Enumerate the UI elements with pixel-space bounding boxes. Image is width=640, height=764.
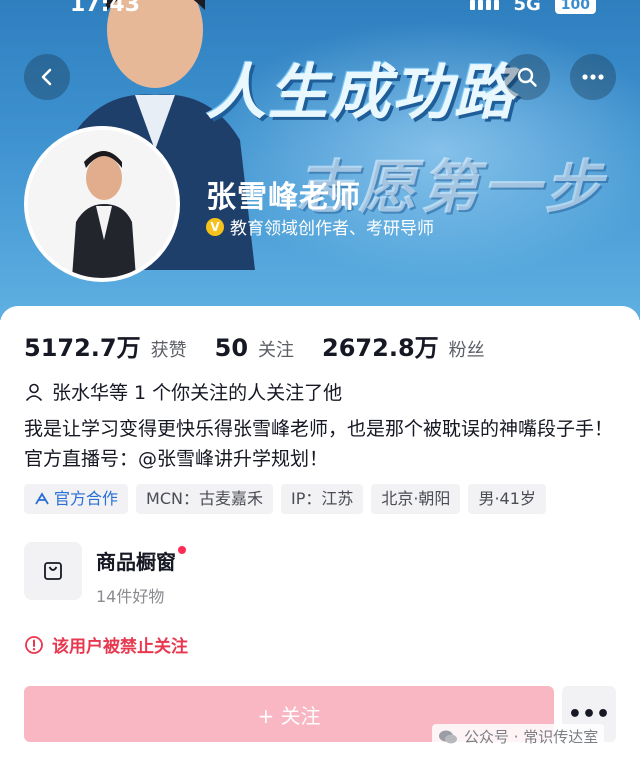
profile-name: 张雪峰老师 <box>206 180 361 215</box>
banned-notice-text: 该用户被禁止关注 <box>52 637 188 657</box>
watermark-text: 公众号 · 常识传达室 <box>464 728 599 746</box>
back-arrow-icon <box>41 68 52 86</box>
mutual-follow-row[interactable]: 张水华等 1 个你关注的人关注了他 <box>24 378 342 405</box>
shop-window-entry[interactable]: 商品橱窗 14件好物 <box>24 542 186 607</box>
search-button[interactable] <box>504 54 550 100</box>
tag-mcn[interactable]: MCN：古麦嘉禾 <box>136 484 273 514</box>
tag-official-cooperation[interactable]: 官方合作 <box>24 484 129 514</box>
banned-notice: 该用户被禁止关注 <box>24 632 188 657</box>
avatar-photo <box>28 130 176 278</box>
following-count[interactable]: 50 <box>215 334 248 362</box>
followers-label: 粉丝 <box>448 340 485 361</box>
watermark: 公众号 · 常识传达室 <box>432 724 605 749</box>
mutual-follow-text: 张水华等 1 个你关注的人关注了他 <box>52 382 343 404</box>
more-dots-icon <box>582 74 604 80</box>
tag-gender-age: 男·41岁 <box>468 484 546 514</box>
verified-badge-icon: V <box>206 217 224 236</box>
shop-icon-box <box>24 542 82 600</box>
verification-row: V 教育领域创作者、考研导师 <box>206 214 434 239</box>
official-cooperation-icon <box>35 492 49 505</box>
tag-label: 官方合作 <box>54 489 119 508</box>
search-icon <box>517 67 537 87</box>
shop-title-wrap: 商品橱窗 <box>96 546 186 575</box>
wechat-icon <box>439 730 457 743</box>
back-button[interactable] <box>24 54 70 100</box>
profile-banner: 人生成功路 志愿第一步 17:43 5G 100 张雪峰老师 V 教育领域创作者… <box>0 0 640 320</box>
likes-label: 获赞 <box>150 340 187 361</box>
avatar[interactable] <box>24 126 180 282</box>
person-icon <box>25 383 43 401</box>
more-button[interactable] <box>570 54 616 100</box>
tag-ip: IP：江苏 <box>280 484 364 514</box>
verification-text: 教育领域创作者、考研导师 <box>230 219 434 239</box>
battery-level: 100 <box>554 0 596 14</box>
following-label: 关注 <box>258 340 295 361</box>
tag-location: 北京·朝阳 <box>371 484 461 514</box>
status-indicators: 5G 100 <box>470 0 596 15</box>
notification-dot <box>178 546 186 554</box>
shop-subtitle: 14件好物 <box>96 587 165 606</box>
network-label: 5G <box>513 0 541 15</box>
stats-row: 5172.7万 获赞 50 关注 2672.8万 粉丝 <box>24 328 503 363</box>
shop-title: 商品橱窗 <box>96 550 176 574</box>
bio-text: 我是让学习变得更快乐得张雪峰老师，也是那个被耽误的神嘴段子手！官方直播号：@张雪… <box>24 418 614 470</box>
tag-list: 官方合作 MCN：古麦嘉禾 IP：江苏 北京·朝阳 男·41岁 <box>24 484 546 514</box>
banner-slogan-line1: 人生成功路 <box>206 58 516 128</box>
followers-count[interactable]: 2672.8万 <box>322 328 439 363</box>
status-time: 17:43 <box>70 0 141 17</box>
likes-count[interactable]: 5172.7万 <box>24 328 141 363</box>
alert-circle-icon <box>25 635 43 654</box>
profile-info-card: 5172.7万 获赞 50 关注 2672.8万 粉丝 张水华等 1 个你关注的… <box>0 306 640 764</box>
shopping-bag-icon <box>44 562 62 580</box>
signal-icon <box>470 0 500 10</box>
